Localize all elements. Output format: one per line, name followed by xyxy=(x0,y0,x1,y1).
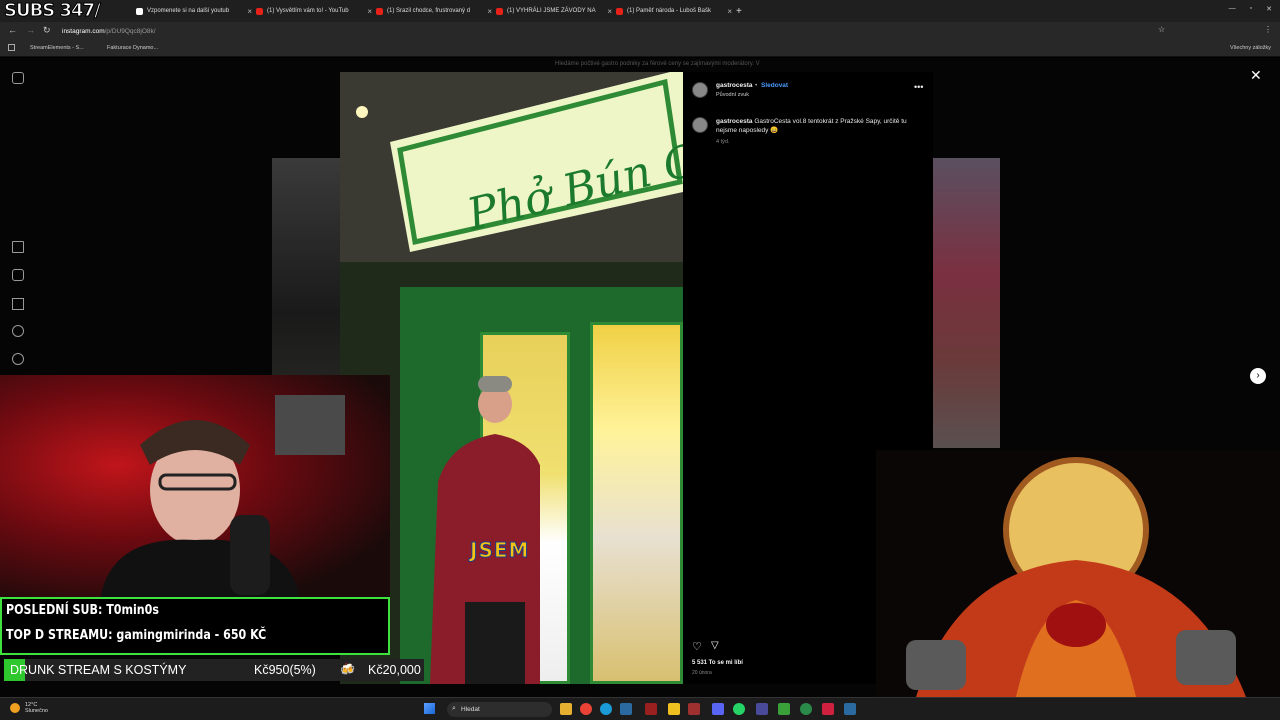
weather-widget[interactable]: 12°C Slunečno xyxy=(25,702,48,714)
goal-current: Kč950(5%) xyxy=(254,663,316,677)
all-bookmarks[interactable]: Všechny záložky xyxy=(1230,45,1271,51)
avatar[interactable] xyxy=(692,82,708,98)
background-post-thumbnail xyxy=(933,158,1000,448)
send-icon[interactable] xyxy=(12,298,24,310)
follow-button[interactable]: Sledovat xyxy=(761,82,788,89)
close-window-icon[interactable]: ✕ xyxy=(1266,5,1272,13)
tab-3[interactable]: (1) Srazil chodce, frustrovaný d × xyxy=(376,3,492,19)
explore-icon[interactable] xyxy=(12,353,24,365)
steam-icon[interactable] xyxy=(844,703,856,715)
chrome-icon[interactable] xyxy=(580,703,592,715)
file-explorer-icon[interactable] xyxy=(560,703,572,715)
close-icon[interactable]: × xyxy=(724,7,732,16)
post-caption: gastrocesta GastroCesta vol.8 tentokrát … xyxy=(716,117,921,135)
discord-icon[interactable] xyxy=(712,703,724,715)
close-icon[interactable]: ✕ xyxy=(1250,67,1262,84)
home-icon[interactable] xyxy=(12,241,24,253)
windows-taskbar: 12°C Slunečno ⌕ Hledat xyxy=(0,697,1280,720)
app-icon[interactable] xyxy=(822,703,834,715)
apps-icon[interactable] xyxy=(8,44,15,51)
tab-label: (1) Srazil chodce, frustrovaný d xyxy=(387,8,471,14)
window-controls: — ▫ ✕ xyxy=(1229,5,1272,13)
tab-2[interactable]: (1) Vysvětlím vám to! - YouTub × xyxy=(256,3,372,19)
menu-icon[interactable]: ⋮ xyxy=(1264,25,1272,34)
caption-age: 4 týd. xyxy=(716,139,730,145)
tab-label: (1) Vysvětlím vám to! - YouTub xyxy=(267,8,349,14)
edge-icon[interactable] xyxy=(600,703,612,715)
app-icon[interactable] xyxy=(800,703,812,715)
maximize-icon[interactable]: ▫ xyxy=(1250,5,1252,13)
subs-counter: SUBS 347/ xyxy=(4,0,102,22)
original-sound-link[interactable]: Původní zvuk xyxy=(716,92,749,98)
sub-info-box: POSLEDNÍ SUB: T0min0s TOP D STREAMU: gam… xyxy=(0,597,390,655)
close-icon[interactable]: × xyxy=(364,7,372,16)
beer-icon: 🍻 xyxy=(340,662,355,676)
webcam-overlay xyxy=(0,375,390,600)
app-icon[interactable] xyxy=(688,703,700,715)
url-host: instagram.com xyxy=(62,28,105,35)
reload-icon[interactable]: ↻ xyxy=(43,25,51,36)
next-post-icon[interactable]: › xyxy=(1250,368,1266,384)
forward-icon[interactable]: → xyxy=(26,25,35,35)
new-tab-button[interactable]: + xyxy=(736,3,748,19)
bookmark-item[interactable]: StreamElements - S... xyxy=(30,45,84,51)
steam-icon[interactable] xyxy=(620,703,632,715)
reels-icon[interactable] xyxy=(12,269,24,281)
goal-target: Kč20,000 xyxy=(368,663,421,677)
separator-dot: • xyxy=(755,82,758,89)
windows-start-icon[interactable] xyxy=(424,703,435,714)
menu-panel xyxy=(590,322,683,684)
tab-label: (1) Paměť národa - Luboš Bašk xyxy=(627,8,711,14)
search-icon[interactable] xyxy=(12,325,24,337)
caption-username[interactable]: gastrocesta xyxy=(716,118,753,125)
app-icon[interactable] xyxy=(668,703,680,715)
app-icon[interactable] xyxy=(645,703,657,715)
back-icon[interactable]: ← xyxy=(8,25,17,35)
app-icon[interactable] xyxy=(756,703,768,715)
donation-goal-bar: DRUNK STREAM S KOSTÝMY Kč950(5%) 🍻 Kč20,… xyxy=(4,659,424,681)
xbox-icon[interactable] xyxy=(778,703,790,715)
tab-5[interactable]: (1) Paměť národa - Luboš Bašk × xyxy=(616,3,732,19)
close-icon[interactable]: × xyxy=(484,7,492,16)
close-icon[interactable]: × xyxy=(604,7,612,16)
post-username[interactable]: gastrocesta xyxy=(716,82,753,89)
bookmarks-bar: StreamElements - S... Fakturace Dynamo..… xyxy=(0,41,1280,57)
restaurant-sign: Phở Bún Ca Nam Định xyxy=(340,72,683,262)
url-field[interactable]: instagram.com/p/DU9Qqc8jO8k/ xyxy=(62,26,1122,38)
browser-tab-bar: Vzpomenete si na další youtub × (1) Vysvě… xyxy=(0,0,1280,22)
bookmark-item[interactable]: Fakturace Dynamo... xyxy=(107,45,158,51)
video-caption-word: JSEM xyxy=(470,538,530,563)
search-placeholder: Hledat xyxy=(461,706,480,713)
address-bar-row: ← → ↻ instagram.com/p/DU9Qqc8jO8k/ ☆ ⋮ xyxy=(0,22,1280,41)
goal-label: DRUNK STREAM S KOSTÝMY xyxy=(10,663,187,677)
tab-label: Vzpomenete si na další youtub xyxy=(147,8,230,14)
tab-label: (1) VYHRÁLI JSME ZÁVODY NA xyxy=(507,8,596,14)
reel-video[interactable]: Phở Bún Ca Nam Định JSEM xyxy=(340,72,683,684)
halloween-artwork xyxy=(876,450,1280,697)
weather-condition: Slunečno xyxy=(25,708,48,714)
share-icon[interactable]: ▽ xyxy=(711,640,719,651)
avatar[interactable] xyxy=(692,117,708,133)
instagram-logo-icon[interactable] xyxy=(12,72,24,84)
top-donator-text: TOP D STREAMU: gamingmirinda - 650 KČ xyxy=(6,627,267,643)
artwork-overlay xyxy=(876,450,1280,697)
close-icon[interactable]: × xyxy=(244,7,252,16)
minimize-icon[interactable]: — xyxy=(1229,5,1236,13)
background-caption: Hledáme počtivé gastro podniky za férové… xyxy=(555,61,760,67)
more-options-icon[interactable]: ••• xyxy=(914,82,923,92)
whatsapp-icon[interactable] xyxy=(733,703,745,715)
search-icon: ⌕ xyxy=(452,705,456,712)
last-sub-text: POSLEDNÍ SUB: T0min0s xyxy=(6,602,159,618)
url-path: /p/DU9Qqc8jO8k/ xyxy=(104,28,156,35)
taskbar-search[interactable]: ⌕ Hledat xyxy=(447,702,552,717)
post-date: 20 února xyxy=(692,670,712,676)
tab-1[interactable]: Vzpomenete si na další youtub × xyxy=(136,3,252,19)
heart-icon[interactable]: ♡ xyxy=(692,640,702,653)
star-icon[interactable]: ☆ xyxy=(1158,25,1165,34)
tab-4[interactable]: (1) VYHRÁLI JSME ZÁVODY NA × xyxy=(496,3,612,19)
like-count[interactable]: 5 531 To se mi líbí xyxy=(692,660,743,666)
sun-icon xyxy=(10,703,20,713)
streamer-image xyxy=(100,395,345,600)
person xyxy=(430,376,540,684)
